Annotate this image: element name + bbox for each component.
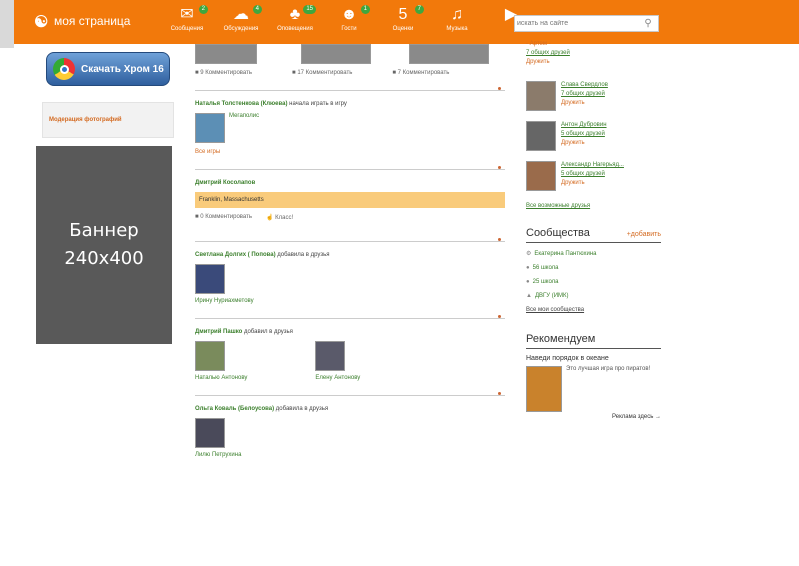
photo-actions: ■ 9 Комментировать ■ 17 Комментировать ■… [195,70,505,76]
nav-badge: 1 [360,5,370,14]
game-promo: Это лучшая игра про пиратов! [526,366,661,412]
community-item[interactable]: ● 56 школа [526,261,661,275]
all-friends-link[interactable]: Все возможные друзья [526,203,661,209]
nav-notifications[interactable]: ♣ 15 Оповещения [272,5,318,40]
chrome-icon [53,58,75,80]
activity-feed: ■ 9 Комментировать ■ 17 Комментировать ■… [195,44,505,458]
friend-suggestion: Слава Свердлов 7 общих друзей Дружить [526,81,661,111]
my-page-link[interactable]: моя страница [54,14,130,28]
divider [195,238,505,242]
top-bar: ☯ моя страница ✉ 2 Сообщения ☁ 4 Обсуждения … [14,0,799,44]
music-note-icon: ♫ [451,6,463,23]
comment-link[interactable]: ■ 9 Комментировать [195,70,252,76]
friend-photo[interactable] [195,341,225,371]
divider [195,315,505,319]
nav-music[interactable]: ♫ Музыка [434,6,480,40]
feed-item: Ольга Коваль (Белоусова) добавила в друз… [195,406,329,412]
recommend-header: Рекомендуем [526,333,661,349]
add-community-button[interactable]: +добавить [627,231,661,238]
community-item[interactable]: ▲ ДВГУ (ИМК) [526,289,661,303]
game-entry: Мегаполис [195,113,505,143]
pin-icon: ● [526,265,530,271]
game-image[interactable] [526,366,562,412]
photo-row [195,44,505,64]
nav-badge: 4 [252,5,262,14]
ad-banner[interactable]: Баннер 240x400 [36,146,172,344]
page: ☯ моя страница ✉ 2 Сообщения ☁ 4 Обсуждения … [0,0,799,566]
avatar[interactable] [526,81,556,111]
game-title[interactable]: Наведи порядок в океане [526,355,661,362]
community-item[interactable]: ● 25 школа [526,275,661,289]
right-column: - Артем - 7 общих друзей Дружить Слава С… [526,40,661,420]
comment-link[interactable]: ■ 0 Комментировать [195,214,252,221]
corner-block [0,0,14,48]
feed-item: Дмитрий Пашко добавил в друзья [195,329,293,335]
nav-badge: 2 [198,5,208,14]
top-nav: ✉ 2 Сообщения ☁ 4 Обсуждения ♣ 15 Оповещения ☻… [164,5,534,40]
photo-thumb[interactable] [301,44,371,64]
divider [195,392,505,396]
nav-guests[interactable]: ☻ 1 Гости [326,5,372,40]
ad-here-link[interactable]: Реклама здесь → [526,414,661,420]
friend-photo[interactable] [195,418,225,448]
community-icon: ⚙ [526,251,532,257]
friend-suggestion: Александр Нагерьяд... 5 общих друзей Дружи… [526,161,661,191]
pin-icon: ● [526,279,530,285]
graduation-icon: ▲ [526,293,532,299]
nav-badge: 7 [414,5,424,14]
download-chrome-button[interactable]: Скачать Хром 16 [46,52,170,86]
ok-logo-icon[interactable]: ☯ [34,12,48,32]
friend-link[interactable]: Ирину Нуриахметову [195,298,505,304]
post-actions: ■ 0 Комментировать ☝ Класс! [195,214,505,221]
all-communities-link[interactable]: Все мои сообщества [526,307,661,313]
feed-item: Дмитрий Косолапов [195,180,256,186]
photo-moderation-link[interactable]: Модерация фотографий [42,102,174,138]
nav-discussions[interactable]: ☁ 4 Обсуждения [218,5,264,40]
location-bar: Franklin, Massachusetts [195,192,505,208]
photo-thumb[interactable] [409,44,489,64]
comment-link[interactable]: ■ 17 Комментировать [292,70,352,76]
nav-ratings[interactable]: 5 7 Оценки [380,5,426,40]
friend-photo[interactable] [195,264,225,294]
friend-suggestion: Антон Дубровин 5 общих друзей Дружить [526,121,661,151]
divider [195,87,505,91]
nav-badge: 15 [303,5,316,14]
like-button[interactable]: ☝ Класс! [266,214,293,221]
all-games-link[interactable]: Все игры [195,149,505,155]
feed-item: Светлана Долгих ( Попова) добавила в дру… [195,252,330,258]
photo-thumb[interactable] [195,44,257,64]
avatar[interactable] [526,121,556,151]
divider [195,166,505,170]
friend-link[interactable]: Лилю Петрухина [195,452,505,458]
friend-top: - Артем - 7 общих друзей Дружить [526,41,570,65]
friend-link[interactable]: Елену Антонову [315,375,360,381]
communities-list: ⚙ Екатерина Пантюхина ● 56 школа ● 25 школа… [526,247,661,303]
communities-header: Сообщества +добавить [526,227,661,243]
search-icon[interactable]: ⚲ [640,18,656,29]
avatar[interactable] [526,161,556,191]
feed-item: Наталья Толстенкова (Клюева) начала игра… [195,101,347,107]
comment-link[interactable]: ■ 7 Комментировать [392,70,449,76]
friend-link[interactable]: Наталью Антонову [195,375,247,381]
nav-messages[interactable]: ✉ 2 Сообщения [164,5,210,40]
search-input[interactable] [515,16,640,31]
search-box: ⚲ [514,15,659,32]
left-column: Скачать Хром 16 Модерация фотографий [42,52,174,138]
game-thumb[interactable] [195,113,225,143]
community-item[interactable]: ⚙ Екатерина Пантюхина [526,247,661,261]
friend-photos: Наталью Антонову Елену Антонову [195,341,505,381]
friend-photo[interactable] [315,341,346,371]
